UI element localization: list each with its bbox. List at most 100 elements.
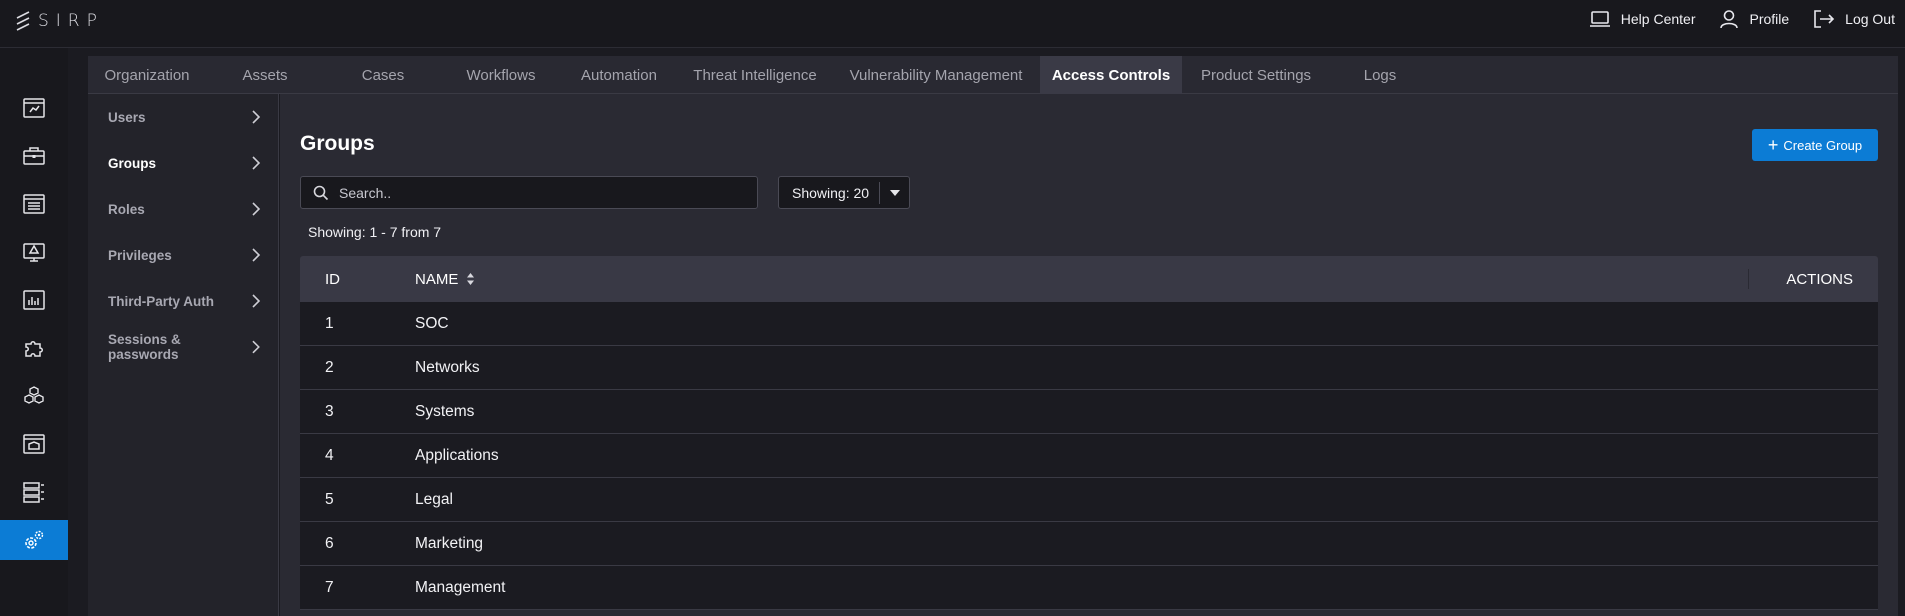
create-group-label: Create Group [1783,137,1863,153]
subnav-item-privileges[interactable]: Privileges [88,232,279,278]
cell-name: Systems [415,402,475,420]
chevron-right-icon [252,156,261,170]
subnav-item-users[interactable]: Users [88,94,279,140]
puzzle-icon [25,341,43,357]
cell-id: 4 [325,446,334,464]
browser-window-icon [23,434,45,454]
icon-rail [0,48,68,616]
briefcase-icon [23,147,45,165]
list-icon [23,194,45,214]
tab-bar: Organization Assets Cases Workflows Auto… [88,56,1898,94]
subnav-item-roles[interactable]: Roles [88,186,279,232]
page-title: Groups [300,132,375,155]
logout-label: Log Out [1845,11,1895,27]
table-header: ID NAME ACTIONS [300,256,1878,302]
cell-name: Applications [415,446,499,464]
rail-integrations[interactable] [0,328,68,368]
search-box[interactable] [300,176,758,209]
caret-down-icon[interactable] [880,189,909,196]
table-row[interactable]: 4 Applications [300,434,1878,478]
tab-cases[interactable]: Cases [324,56,442,94]
dashboard-icon [23,98,45,118]
cell-id: 2 [325,358,334,376]
server-icon [23,482,44,503]
tab-assets[interactable]: Assets [206,56,324,94]
tab-workflows[interactable]: Workflows [442,56,560,94]
cell-id: 1 [325,314,334,332]
laptop-icon [1589,11,1610,27]
user-icon [1720,10,1739,29]
search-input[interactable] [339,184,739,201]
tab-logs[interactable]: Logs [1330,56,1430,94]
subnav-item-sessions-passwords[interactable]: Sessions & passwords [88,324,279,370]
tab-vulnerability-management[interactable]: Vulnerability Management [832,56,1040,94]
rail-assets[interactable] [0,376,68,416]
sort-icon[interactable] [466,272,475,286]
subnav-item-label: Privileges [108,247,172,263]
table-row[interactable]: 2 Networks [300,346,1878,390]
column-header-id: ID [325,270,340,288]
tab-automation[interactable]: Automation [560,56,678,94]
cell-id: 6 [325,534,334,552]
subnav-item-label: Sessions & passwords [108,332,181,362]
column-header-name[interactable]: NAME [415,271,1748,288]
result-count: Showing: 1 - 7 from 7 [308,224,442,240]
cell-name: Legal [415,490,453,508]
table-row[interactable]: 3 Systems [300,390,1878,434]
tab-organization[interactable]: Organization [88,56,206,94]
groups-table: ID NAME ACTIONS 1 SOC 2 Networks 3 Syste… [300,256,1878,610]
cell-id: 3 [325,402,334,420]
logo[interactable]: SIRP [14,10,104,32]
profile-link[interactable]: Profile [1719,9,1789,29]
tab-threat-intelligence[interactable]: Threat Intelligence [678,56,832,94]
tab-product-settings[interactable]: Product Settings [1182,56,1330,94]
subnav-item-third-party-auth[interactable]: Third-Party Auth [88,278,279,324]
cell-name: Marketing [415,534,484,552]
main-content: Groups + Create Group Showing: 20 Showin… [280,94,1898,616]
cell-name: SOC [415,314,449,332]
subnav-item-label: Groups [108,155,157,171]
table-row[interactable]: 6 Marketing [300,522,1878,566]
table-body: 1 SOC 2 Networks 3 Systems 4 Application… [300,302,1878,610]
cell-id: 5 [325,490,334,508]
sub-nav: Users Groups Roles Privileges Third-Part… [88,94,279,616]
subnav-item-label: Users [108,109,146,125]
chevron-right-icon [252,110,261,124]
rail-servers[interactable] [0,472,68,512]
rail-dashboard[interactable] [0,88,68,128]
rail-cases[interactable] [0,136,68,176]
logo-text: SIRP [38,11,104,31]
help-center-link[interactable]: Help Center [1589,10,1695,28]
rail-incidents[interactable] [0,232,68,272]
rail-list[interactable] [0,184,68,224]
analytics-icon [23,290,45,310]
subnav-item-groups[interactable]: Groups [88,140,279,186]
cell-name: Networks [415,358,480,376]
cell-name: Management [415,578,506,596]
cell-id: 7 [325,578,334,596]
chevron-right-icon [252,248,261,262]
settings-gears-icon [25,530,44,549]
search-icon [313,185,329,200]
table-row[interactable]: 7 Management [300,566,1878,610]
tab-access-controls[interactable]: Access Controls [1040,56,1182,94]
logout-icon [1814,10,1835,28]
rail-portal[interactable] [0,424,68,464]
page-size-select[interactable]: Showing: 20 [778,176,910,209]
table-row[interactable]: 1 SOC [300,302,1878,346]
column-header-actions: ACTIONS [1748,269,1878,289]
subnav-item-label: Roles [108,201,145,217]
rail-analytics[interactable] [0,280,68,320]
rail-settings[interactable] [0,520,68,560]
create-group-button[interactable]: + Create Group [1752,129,1878,161]
monitor-alert-icon [23,243,45,262]
logout-link[interactable]: Log Out [1813,9,1895,29]
chevron-right-icon [252,294,261,308]
column-header-name-label: NAME [415,270,459,288]
subnav-item-label: Third-Party Auth [108,293,214,309]
table-row[interactable]: 5 Legal [300,478,1878,522]
plus-icon: + [1767,135,1779,155]
cubes-icon [24,386,44,404]
profile-label: Profile [1749,11,1790,27]
page-size-value: Showing: 20 [792,184,870,201]
